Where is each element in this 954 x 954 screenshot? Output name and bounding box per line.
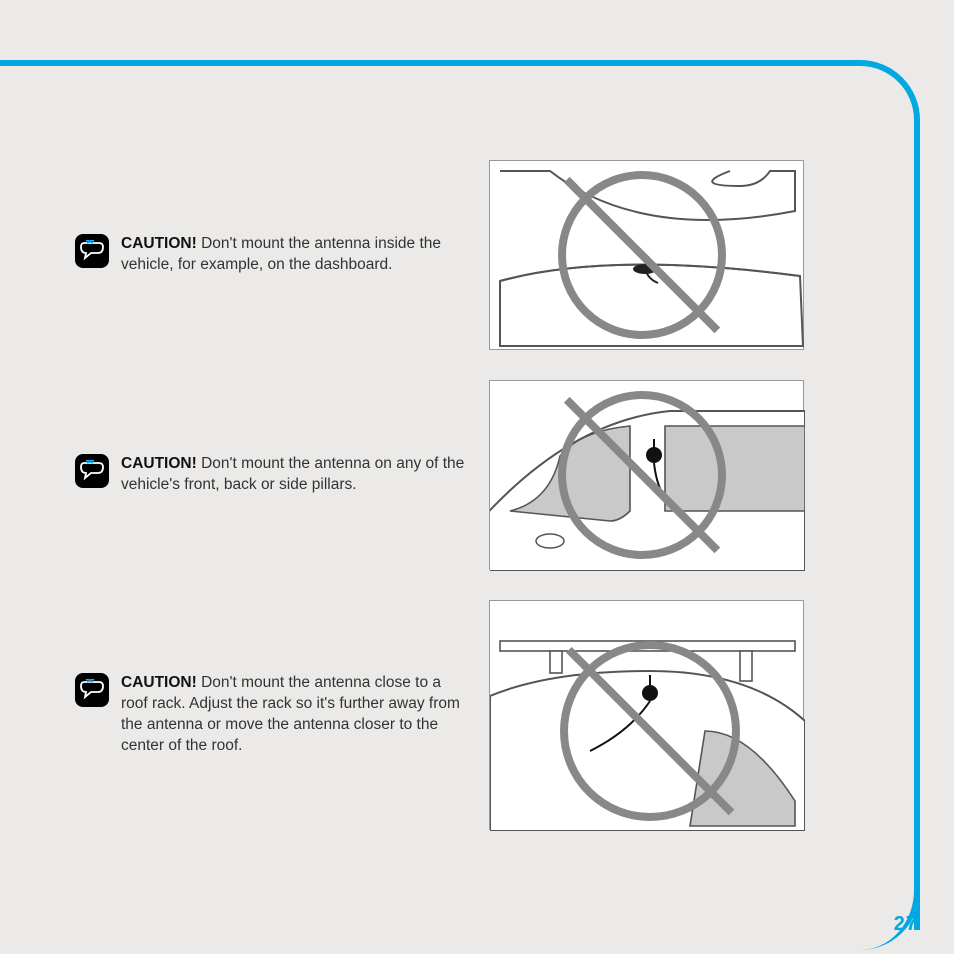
caution-icon <box>75 673 109 707</box>
caution-left-3: CAUTION! Don't mount the antenna close t… <box>75 673 465 757</box>
content-area: CAUTION! Don't mount the antenna inside … <box>75 160 875 860</box>
caution-row-2: CAUTION! Don't mount the antenna on any … <box>75 380 875 570</box>
illustration-roofrack <box>489 600 804 830</box>
caution-text-3: CAUTION! Don't mount the antenna close t… <box>121 673 465 757</box>
manual-page: CAUTION! Don't mount the antenna inside … <box>0 0 954 954</box>
caution-text-2: CAUTION! Don't mount the antenna on any … <box>121 454 465 496</box>
caution-icon <box>75 454 109 488</box>
caution-row-3: CAUTION! Don't mount the antenna close t… <box>75 600 875 830</box>
caution-icon <box>75 234 109 268</box>
caution-row-1: CAUTION! Don't mount the antenna inside … <box>75 160 875 350</box>
caution-left-2: CAUTION! Don't mount the antenna on any … <box>75 454 465 496</box>
caution-label-1: CAUTION! <box>121 235 197 252</box>
illustration-dashboard <box>489 160 804 350</box>
illustration-pillar <box>489 380 804 570</box>
prohibit-icon <box>558 391 726 559</box>
caution-label-2: CAUTION! <box>121 455 197 472</box>
caution-left-1: CAUTION! Don't mount the antenna inside … <box>75 234 465 276</box>
prohibit-icon <box>558 171 726 339</box>
caution-label-3: CAUTION! <box>121 674 197 691</box>
page-number: 27 <box>894 913 918 936</box>
caution-text-1: CAUTION! Don't mount the antenna inside … <box>121 234 465 276</box>
prohibit-icon <box>560 641 740 821</box>
